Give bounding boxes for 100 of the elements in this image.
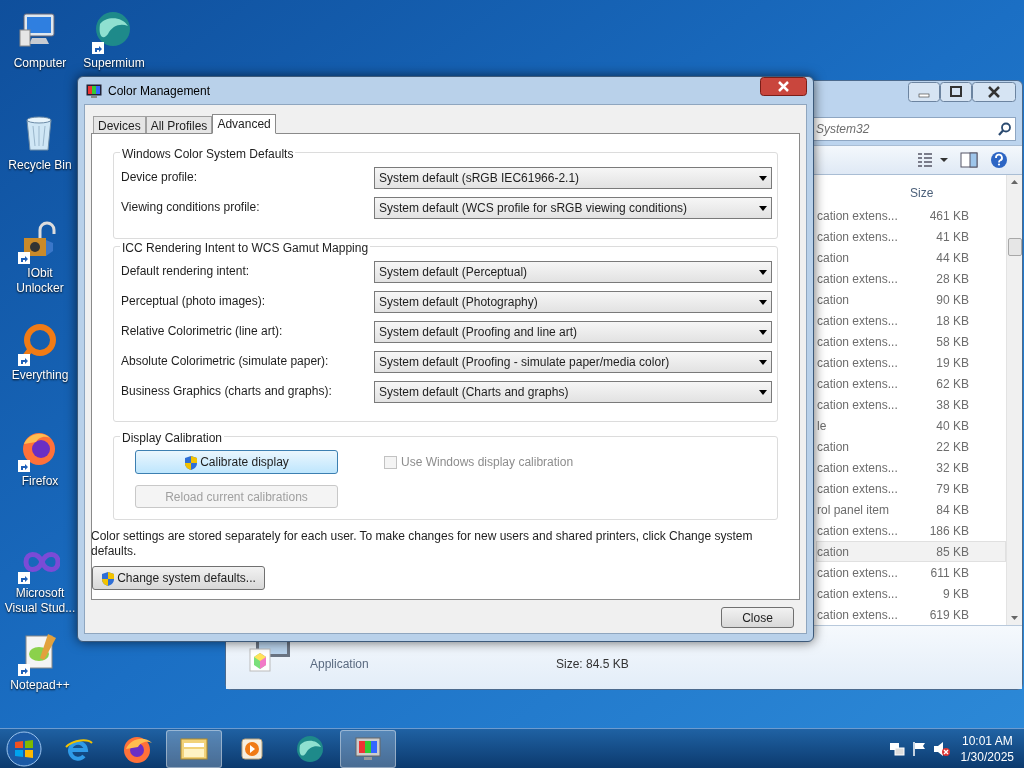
- dropdown-arrow-icon: [759, 175, 767, 181]
- file-row[interactable]: cation extens... 611 KB: [816, 562, 1006, 584]
- file-type: cation extens...: [817, 228, 899, 246]
- tab[interactable]: Advanced: [212, 114, 276, 134]
- file-row[interactable]: cation extens... 79 KB: [816, 478, 1006, 500]
- file-size: 18 KB: [935, 312, 969, 330]
- shield-icon: [184, 454, 199, 470]
- desktop-icon-label[interactable]: Recycle Bin: [8, 158, 72, 173]
- network-icon[interactable]: [888, 740, 905, 757]
- file-type: cation extens...: [817, 375, 899, 393]
- file-type: cation extens...: [817, 312, 899, 330]
- desktop-icon-label[interactable]: IObit Unlocker: [2, 266, 78, 296]
- file-size: 40 KB: [935, 417, 969, 435]
- desktop-icon-label[interactable]: Notepad++: [10, 678, 70, 693]
- view-list-icon[interactable]: [916, 152, 948, 169]
- file-size: 619 KB: [928, 606, 969, 624]
- file-row[interactable]: cation extens... 9 KB: [816, 583, 1006, 605]
- field-label: Relative Colorimetric (line art):: [121, 323, 284, 340]
- file-size: 186 KB: [928, 522, 969, 540]
- file-row[interactable]: cation extens... 186 KB: [816, 520, 1006, 542]
- file-type: cation extens...: [817, 459, 899, 477]
- file-row[interactable]: cation 85 KB: [816, 541, 1006, 563]
- maximize-icon[interactable]: [940, 82, 972, 102]
- file-type: cation extens...: [817, 585, 899, 603]
- file-type: cation extens...: [817, 564, 899, 582]
- file-type: cation extens...: [817, 396, 899, 414]
- desktop-icon-label[interactable]: Supermium: [83, 56, 145, 71]
- file-row[interactable]: cation extens... 619 KB: [816, 604, 1006, 626]
- change-system-defaults-button[interactable]: Change system defaults...: [92, 566, 265, 590]
- field-label: Absolute Colorimetric (simulate paper):: [121, 353, 330, 370]
- dropdown[interactable]: System default (Proofing - simulate paper/media color): [374, 351, 772, 373]
- search-field[interactable]: System32: [813, 116, 1016, 141]
- close-button[interactable]: Close: [721, 607, 794, 628]
- file-size: 9 KB: [942, 585, 969, 603]
- file-row[interactable]: cation extens... 41 KB: [816, 226, 1006, 248]
- desktop-icon-label[interactable]: Microsoft Visual Stud...: [2, 586, 78, 616]
- preview-pane-icon[interactable]: [960, 152, 978, 169]
- file-row[interactable]: le 40 KB: [816, 415, 1006, 437]
- file-type: cation extens...: [817, 207, 899, 225]
- file-type: rol panel item: [817, 501, 891, 519]
- file-row[interactable]: cation extens... 19 KB: [816, 352, 1006, 374]
- dropdown[interactable]: System default (Perceptual): [374, 261, 772, 283]
- close-icon[interactable]: [760, 77, 807, 96]
- desktop-icon-label[interactable]: Firefox: [21, 474, 59, 489]
- file-size: 84 KB: [935, 501, 969, 519]
- shield-icon: [101, 570, 116, 586]
- close-icon[interactable]: [972, 82, 1016, 102]
- monitor-icon: [86, 83, 102, 98]
- dropdown-arrow-icon: [759, 389, 767, 395]
- file-row[interactable]: cation extens... 461 KB: [816, 205, 1006, 227]
- taskbar-button[interactable]: [166, 729, 222, 768]
- dropdown[interactable]: System default (Proofing and line art): [374, 321, 772, 343]
- clock-time[interactable]: 10:01 AM: [961, 732, 1013, 749]
- file-row[interactable]: cation 44 KB: [816, 247, 1006, 269]
- dropdown-arrow-icon: [759, 329, 767, 335]
- info-text: Color settings are stored separately for each user. To make changes for new users and shared printers, click Change system defaults.: [91, 529, 754, 559]
- dropdown-arrow-icon: [759, 299, 767, 305]
- file-row[interactable]: cation extens... 18 KB: [816, 310, 1006, 332]
- file-row[interactable]: cation extens... 38 KB: [816, 394, 1006, 416]
- field-label: Perceptual (photo images):: [121, 293, 267, 310]
- file-size: 79 KB: [935, 480, 969, 498]
- dropdown[interactable]: System default (WCS profile for sRGB viewing conditions): [374, 197, 772, 219]
- file-size: 461 KB: [928, 207, 969, 225]
- speaker-muted-icon[interactable]: [932, 740, 951, 757]
- file-type-detail: Application: [310, 656, 370, 673]
- file-row[interactable]: rol panel item 84 KB: [816, 499, 1006, 521]
- field-label: Business Graphics (charts and graphs):: [121, 383, 333, 400]
- tab[interactable]: Devices: [93, 116, 146, 133]
- scrollbar[interactable]: [1006, 175, 1022, 626]
- desktop-icon-label[interactable]: Everything: [11, 368, 69, 383]
- file-size: 38 KB: [935, 396, 969, 414]
- file-row[interactable]: cation extens... 32 KB: [816, 457, 1006, 479]
- file-size: 44 KB: [935, 249, 969, 267]
- file-row[interactable]: cation 90 KB: [816, 289, 1006, 311]
- help-icon[interactable]: [990, 151, 1008, 170]
- file-size: 58 KB: [935, 333, 969, 351]
- scroll-thumb[interactable]: [1007, 238, 1022, 257]
- file-size: 22 KB: [935, 438, 969, 456]
- file-type: le: [817, 417, 828, 435]
- field-label: Device profile:: [121, 169, 199, 186]
- file-type: cation extens...: [817, 354, 899, 372]
- file-row[interactable]: cation extens... 28 KB: [816, 268, 1006, 290]
- dropdown[interactable]: System default (sRGB IEC61966-2.1): [374, 167, 772, 189]
- calibrate-display-button[interactable]: Calibrate display: [135, 450, 338, 474]
- file-row[interactable]: cation 22 KB: [816, 436, 1006, 458]
- file-size: 62 KB: [935, 375, 969, 393]
- dropdown[interactable]: System default (Photography): [374, 291, 772, 313]
- dropdown-arrow-icon: [759, 359, 767, 365]
- file-row[interactable]: cation extens... 62 KB: [816, 373, 1006, 395]
- dropdown[interactable]: System default (Charts and graphs): [374, 381, 772, 403]
- file-size: 611 KB: [929, 564, 969, 582]
- file-type: cation extens...: [817, 480, 899, 498]
- flag-icon[interactable]: [910, 740, 927, 757]
- start-orb-icon[interactable]: [4, 728, 44, 768]
- column-header[interactable]: Size: [906, 184, 966, 203]
- tab[interactable]: All Profiles: [145, 116, 213, 133]
- clock-date[interactable]: 1/30/2025: [960, 748, 1014, 765]
- desktop-icon-label[interactable]: Computer: [13, 56, 67, 71]
- file-row[interactable]: cation extens... 58 KB: [816, 331, 1006, 353]
- file-type: cation: [817, 543, 851, 561]
